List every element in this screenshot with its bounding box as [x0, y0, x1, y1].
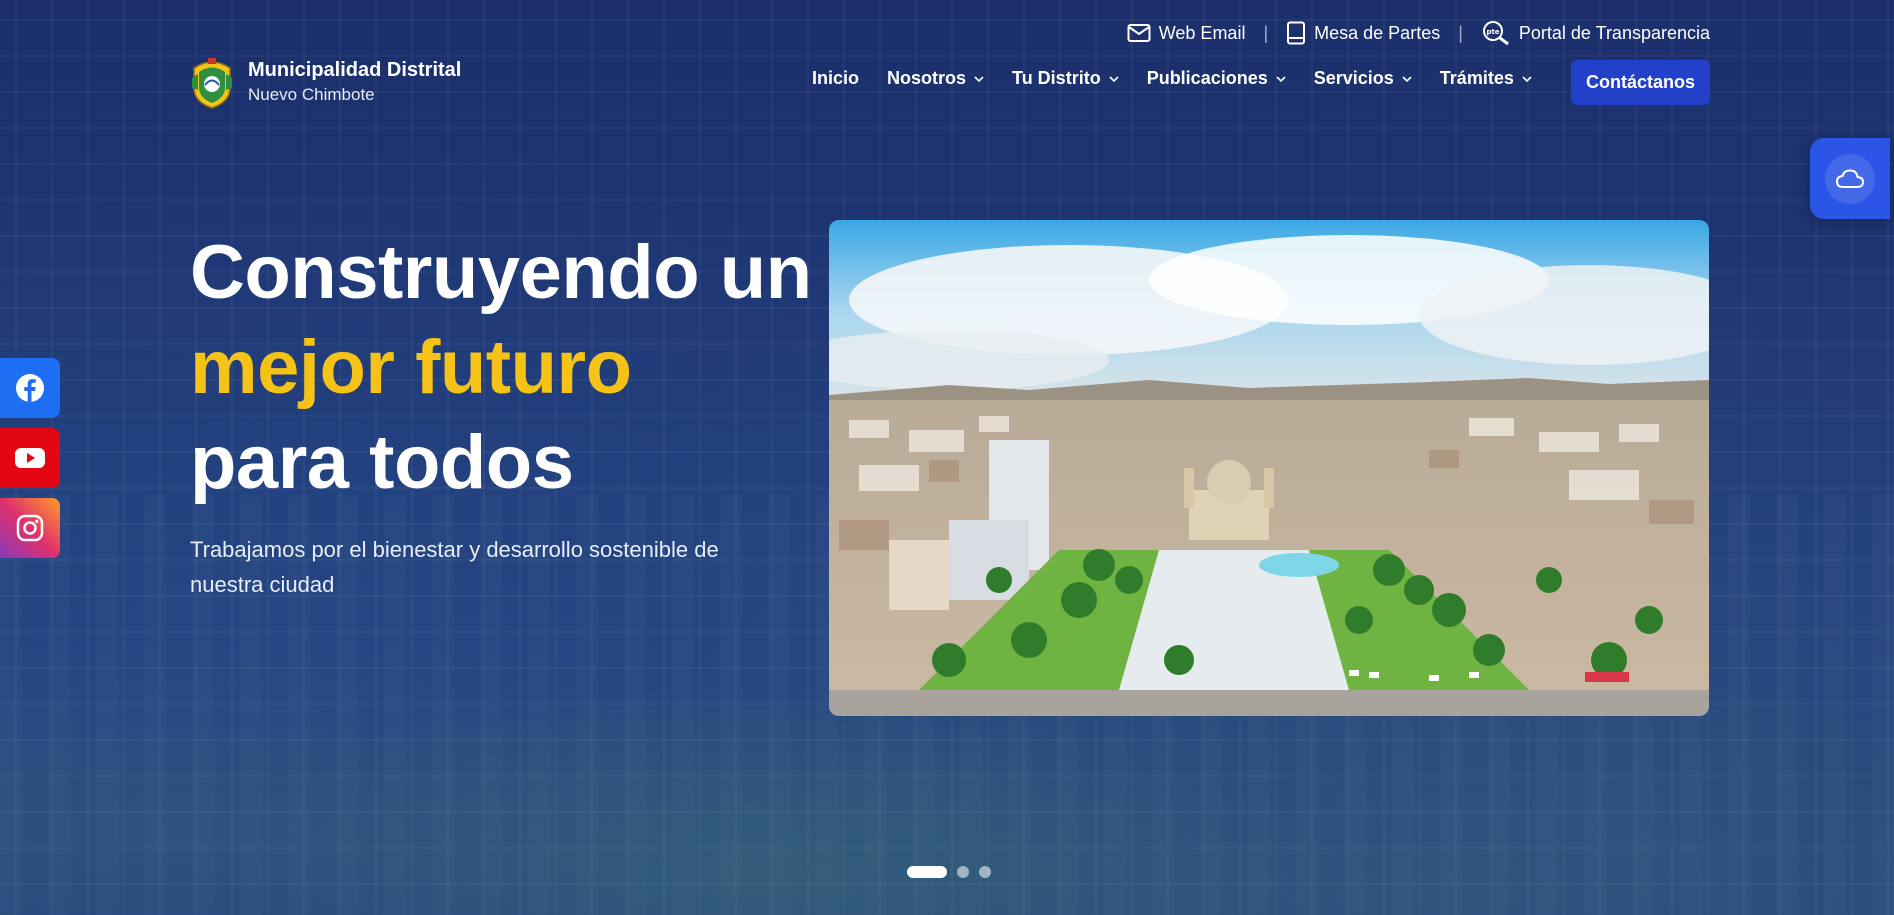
brand-subtitle: Nuevo Chimbote: [248, 85, 375, 104]
svg-text:pte: pte: [1486, 28, 1499, 36]
instagram-icon: [16, 514, 44, 542]
nav-label: Publicaciones: [1146, 68, 1268, 88]
utility-bar: Web Email | Mesa de Partes | pte Portal …: [1127, 20, 1710, 46]
separator: |: [1458, 22, 1463, 43]
web-email-label: Web Email: [1158, 22, 1246, 43]
hero-city-image: [829, 220, 1709, 716]
carousel-dot-3[interactable]: [979, 866, 991, 878]
facebook-button[interactable]: [0, 358, 60, 418]
municipal-logo: [190, 54, 234, 110]
mesa-partes-label: Mesa de Partes: [1314, 22, 1441, 43]
nav-label: Servicios: [1313, 68, 1394, 88]
weather-widget[interactable]: [1810, 138, 1890, 219]
instagram-button[interactable]: [0, 498, 60, 558]
hero-title-line3: para todos: [190, 420, 574, 505]
nav-nosotros[interactable]: Nosotros: [887, 68, 984, 89]
portal-label: Portal de Transparencia: [1518, 22, 1710, 43]
separator: |: [1263, 22, 1269, 43]
carousel-indicators: [907, 866, 991, 878]
nav-tu-distrito[interactable]: Tu Distrito: [1012, 68, 1119, 89]
chevron-down-icon: [1522, 75, 1532, 82]
mail-icon: [1127, 24, 1151, 42]
social-sidebar: [0, 358, 60, 558]
book-icon: [1287, 21, 1306, 45]
youtube-button[interactable]: [0, 428, 60, 488]
contact-button[interactable]: Contáctanos: [1571, 60, 1710, 105]
portal-transparencia-link[interactable]: pte Portal de Transparencia: [1481, 20, 1710, 46]
chevron-down-icon: [974, 75, 984, 82]
carousel-dot-1[interactable]: [907, 866, 947, 878]
hero-title: Construyendo un mejor futuro para todos: [190, 225, 812, 510]
main-nav: Inicio Nosotros Tu Distrito Publicacione…: [812, 68, 1532, 89]
chevron-down-icon: [1276, 75, 1286, 82]
hero-title-accent: mejor futuro: [190, 325, 632, 410]
nav-label: Inicio: [812, 68, 860, 88]
cloud-icon: [1836, 168, 1864, 188]
nav-label: Trámites: [1439, 68, 1514, 88]
hero-subtitle: Trabajamos por el bienestar y desarrollo…: [190, 537, 719, 597]
web-email-link[interactable]: Web Email: [1127, 22, 1246, 44]
nav-inicio[interactable]: Inicio: [812, 68, 859, 89]
facebook-icon: [16, 374, 44, 402]
brand-title: Municipalidad Distrital: [248, 59, 462, 81]
mesa-partes-link[interactable]: Mesa de Partes: [1286, 21, 1440, 45]
youtube-icon: [15, 448, 45, 468]
nav-label: Nosotros: [887, 68, 967, 88]
chevron-down-icon: [1109, 75, 1119, 82]
nav-servicios[interactable]: Servicios: [1314, 68, 1412, 89]
carousel-dot-2[interactable]: [957, 866, 969, 878]
hero-title-line1: Construyendo un: [190, 230, 812, 315]
brand[interactable]: Municipalidad Distrital Nuevo Chimbote: [190, 54, 461, 110]
chevron-down-icon: [1402, 75, 1412, 82]
transparency-search-icon: pte: [1482, 21, 1509, 46]
nav-publicaciones[interactable]: Publicaciones: [1147, 68, 1286, 89]
nav-tramites[interactable]: Trámites: [1440, 68, 1532, 89]
nav-label: Tu Distrito: [1012, 68, 1101, 88]
